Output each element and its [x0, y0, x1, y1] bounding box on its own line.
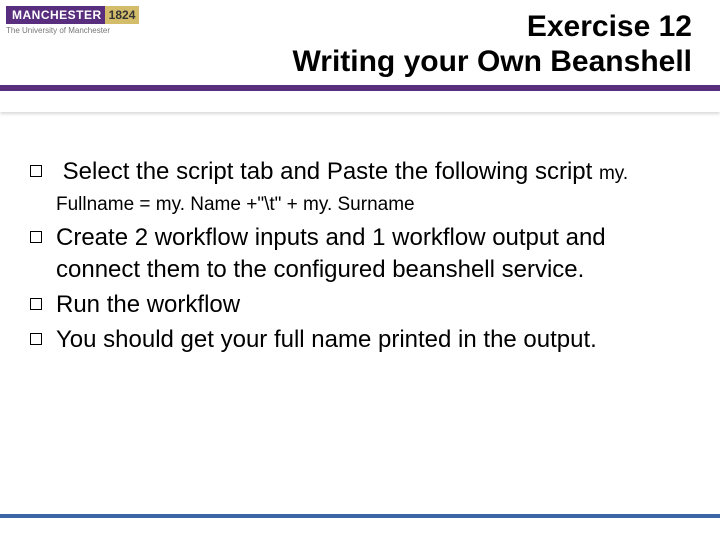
logo-subtitle: The University of Manchester: [6, 26, 146, 35]
list-item: Run the workflow: [30, 289, 680, 320]
bullet-text: You should get your full name printed in…: [56, 324, 597, 355]
square-bullet-icon: [30, 298, 42, 310]
header-divider: [0, 85, 720, 91]
bullet-text: Select the script tab and Paste the foll…: [56, 156, 680, 218]
logo-name: MANCHESTER: [6, 6, 108, 24]
bullet-main: Select the script tab and Paste the foll…: [63, 158, 593, 185]
slide-body: Select the script tab and Paste the foll…: [0, 112, 720, 355]
list-item: You should get your full name printed in…: [30, 324, 680, 355]
university-logo: MANCHESTER1824 The University of Manches…: [6, 6, 146, 50]
bullet-text: Run the workflow: [56, 289, 240, 320]
footer-divider: [0, 514, 720, 518]
title-line-2: Writing your Own Beanshell: [150, 45, 692, 80]
slide-header: MANCHESTER1824 The University of Manches…: [0, 0, 720, 112]
logo-year: 1824: [105, 6, 140, 24]
square-bullet-icon: [30, 165, 42, 177]
list-item: Create 2 workflow inputs and 1 workflow …: [30, 222, 680, 284]
title-line-1: Exercise 12: [150, 10, 692, 45]
square-bullet-icon: [30, 231, 42, 243]
bullet-text: Create 2 workflow inputs and 1 workflow …: [56, 222, 680, 284]
list-item: Select the script tab and Paste the foll…: [30, 156, 680, 218]
square-bullet-icon: [30, 333, 42, 345]
